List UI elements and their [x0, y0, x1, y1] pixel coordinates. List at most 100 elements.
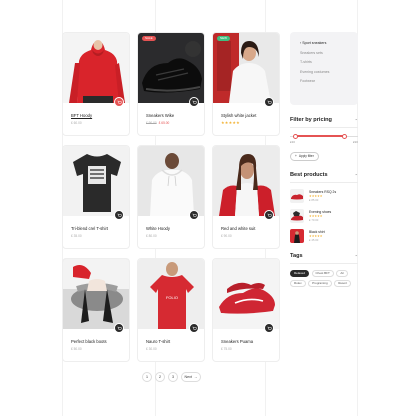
product-card[interactable]: Red and white suit £ 90.00 [212, 145, 280, 249]
product-image[interactable] [63, 146, 129, 216]
product-card[interactable]: Tri-blend crel T-shirt £ 35.00 [62, 145, 130, 249]
category-item[interactable]: Footwear [300, 79, 350, 83]
category-panel: › Sport sneakers Sneakers sets T-shirts … [290, 32, 358, 105]
price-old: £ 90.00 [146, 121, 157, 125]
tags-header[interactable]: Tags ⌃ [290, 253, 358, 259]
divider [290, 127, 358, 128]
tag[interactable]: Programing [308, 279, 332, 288]
product-name[interactable]: White Hoody [146, 226, 198, 231]
product-name[interactable]: Perfect black boots [71, 339, 123, 344]
product-name[interactable]: Tri-blend crel T-shirt [71, 226, 123, 231]
product-card[interactable]: FOLIO Nauro T-shirt £ 30.00 [137, 258, 205, 362]
price-current: £ 50.00 [71, 347, 82, 351]
next-page-button[interactable]: Next → [181, 372, 201, 382]
cart-icon[interactable] [264, 97, 274, 107]
product-price: £ 60.00 [71, 121, 123, 125]
product-name[interactable]: Red and white suit [221, 226, 273, 231]
apply-filter-button[interactable]: + Apply filter [290, 151, 319, 161]
tags-title: Tags [290, 253, 303, 259]
sidebar: › Sport sneakers Sneakers sets T-shirts … [290, 32, 358, 288]
price-filter: Filter by pricing ⌃ £30 £90 + Apply filter [290, 117, 358, 162]
category-item[interactable]: › Sport sneakers [300, 41, 350, 45]
product-price: £ 90.00 £ 65.00 [146, 121, 198, 125]
best-products-header[interactable]: Best products ⌃ [290, 172, 358, 178]
button-label: Apply filter [298, 154, 314, 158]
cart-icon[interactable] [114, 323, 124, 333]
rating-stars: ★★★★★ [221, 120, 240, 125]
tag[interactable]: Rulex [290, 279, 306, 288]
product-price: £ 75.00 [221, 347, 273, 351]
slider-handle-max[interactable] [341, 133, 347, 139]
divider [290, 182, 358, 183]
filter-title: Filter by pricing [290, 117, 332, 123]
chevron-down-icon: ⌃ [354, 172, 358, 178]
best-product-item[interactable]: Sneakers RSQ 2s ★★★★★ £ 85.00 [290, 189, 358, 203]
best-product-price: £ 85.00 [309, 198, 319, 202]
category-item[interactable]: Evening costumes [300, 70, 350, 74]
cart-icon[interactable] [189, 323, 199, 333]
product-image[interactable]: NEW [213, 33, 279, 103]
price-current: £ 35.00 [71, 234, 82, 238]
tag-list: Relaxed Chest BFT Air Rulex Programing R… [290, 270, 358, 288]
svg-text:FOLIO: FOLIO [166, 295, 178, 300]
product-card[interactable]: White Hoody £ 80.00 [137, 145, 205, 249]
cart-icon[interactable] [264, 210, 274, 220]
product-card[interactable]: BFT Hoody £ 60.00 [62, 32, 130, 136]
page-button[interactable]: 3 [168, 372, 178, 382]
product-image[interactable]: SALE [138, 33, 204, 103]
category-label: Sport sneakers [302, 41, 327, 45]
cart-icon[interactable] [189, 97, 199, 107]
arrow-right-icon: → [193, 375, 198, 379]
best-product-thumb[interactable] [290, 209, 304, 223]
best-product-thumb[interactable] [290, 189, 304, 203]
product-card[interactable]: NEW Stylish white jacket ★★★★★ [212, 32, 280, 136]
best-product-thumb[interactable] [290, 229, 304, 243]
product-card[interactable]: Sneakers Puama £ 75.00 [212, 258, 280, 362]
price-current: £ 75.00 [221, 347, 232, 351]
category-item[interactable]: T-shirts [300, 60, 350, 64]
page-button[interactable]: 1 [142, 372, 152, 382]
product-grid: BFT Hoody £ 60.00 SALE Sneakers Wike £ 9… [62, 32, 280, 362]
tag[interactable]: Resort [334, 279, 352, 288]
product-name[interactable]: Stylish white jacket [221, 113, 273, 118]
cart-icon[interactable] [264, 323, 274, 333]
price-current: £ 60.00 [71, 121, 82, 125]
product-image[interactable] [138, 146, 204, 216]
price-range-slider[interactable] [290, 133, 358, 139]
product-card[interactable]: Perfect black boots £ 50.00 [62, 258, 130, 362]
tag[interactable]: Relaxed [290, 270, 310, 278]
divider [290, 263, 358, 264]
price-current: £ 80.00 [146, 234, 157, 238]
price-current: £ 90.00 [221, 234, 232, 238]
cart-icon[interactable] [189, 210, 199, 220]
page-button[interactable]: 2 [155, 372, 165, 382]
best-product-item[interactable]: Evening shoes ★★★★★ £ 70.00 [290, 209, 358, 223]
best-product-price: £ 70.00 [309, 218, 319, 222]
product-name[interactable]: Sneakers Wike [146, 113, 198, 118]
product-image[interactable] [63, 259, 129, 329]
best-products-title: Best products [290, 172, 328, 178]
product-image[interactable] [213, 259, 279, 329]
product-card[interactable]: SALE Sneakers Wike £ 90.00 £ 65.00 [137, 32, 205, 136]
product-price: £ 30.00 [146, 347, 198, 351]
slider-handle-min[interactable] [292, 133, 298, 139]
best-product-item[interactable]: Black shirt ★★★★★ £ 45.00 [290, 229, 358, 243]
product-image[interactable]: FOLIO [138, 259, 204, 329]
product-name[interactable]: Nauro T-shirt [146, 339, 198, 344]
product-name[interactable]: Sneakers Puama [221, 339, 273, 344]
product-price: £ 90.00 [221, 234, 273, 238]
filter-header[interactable]: Filter by pricing ⌃ [290, 117, 358, 123]
product-price: £ 35.00 [71, 234, 123, 238]
category-item[interactable]: Sneakers sets [300, 51, 350, 55]
cart-icon[interactable] [114, 210, 124, 220]
price-current: £ 30.00 [146, 347, 157, 351]
product-price: £ 50.00 [71, 347, 123, 351]
cart-icon[interactable] [114, 97, 124, 107]
tag[interactable]: Chest BFT [311, 270, 334, 278]
tag[interactable]: Air [336, 270, 349, 278]
product-price: £ 80.00 [146, 234, 198, 238]
product-image[interactable] [63, 33, 129, 103]
range-max-label: £90 [352, 140, 358, 144]
product-name[interactable]: BFT Hoody [71, 113, 123, 118]
product-image[interactable] [213, 146, 279, 216]
